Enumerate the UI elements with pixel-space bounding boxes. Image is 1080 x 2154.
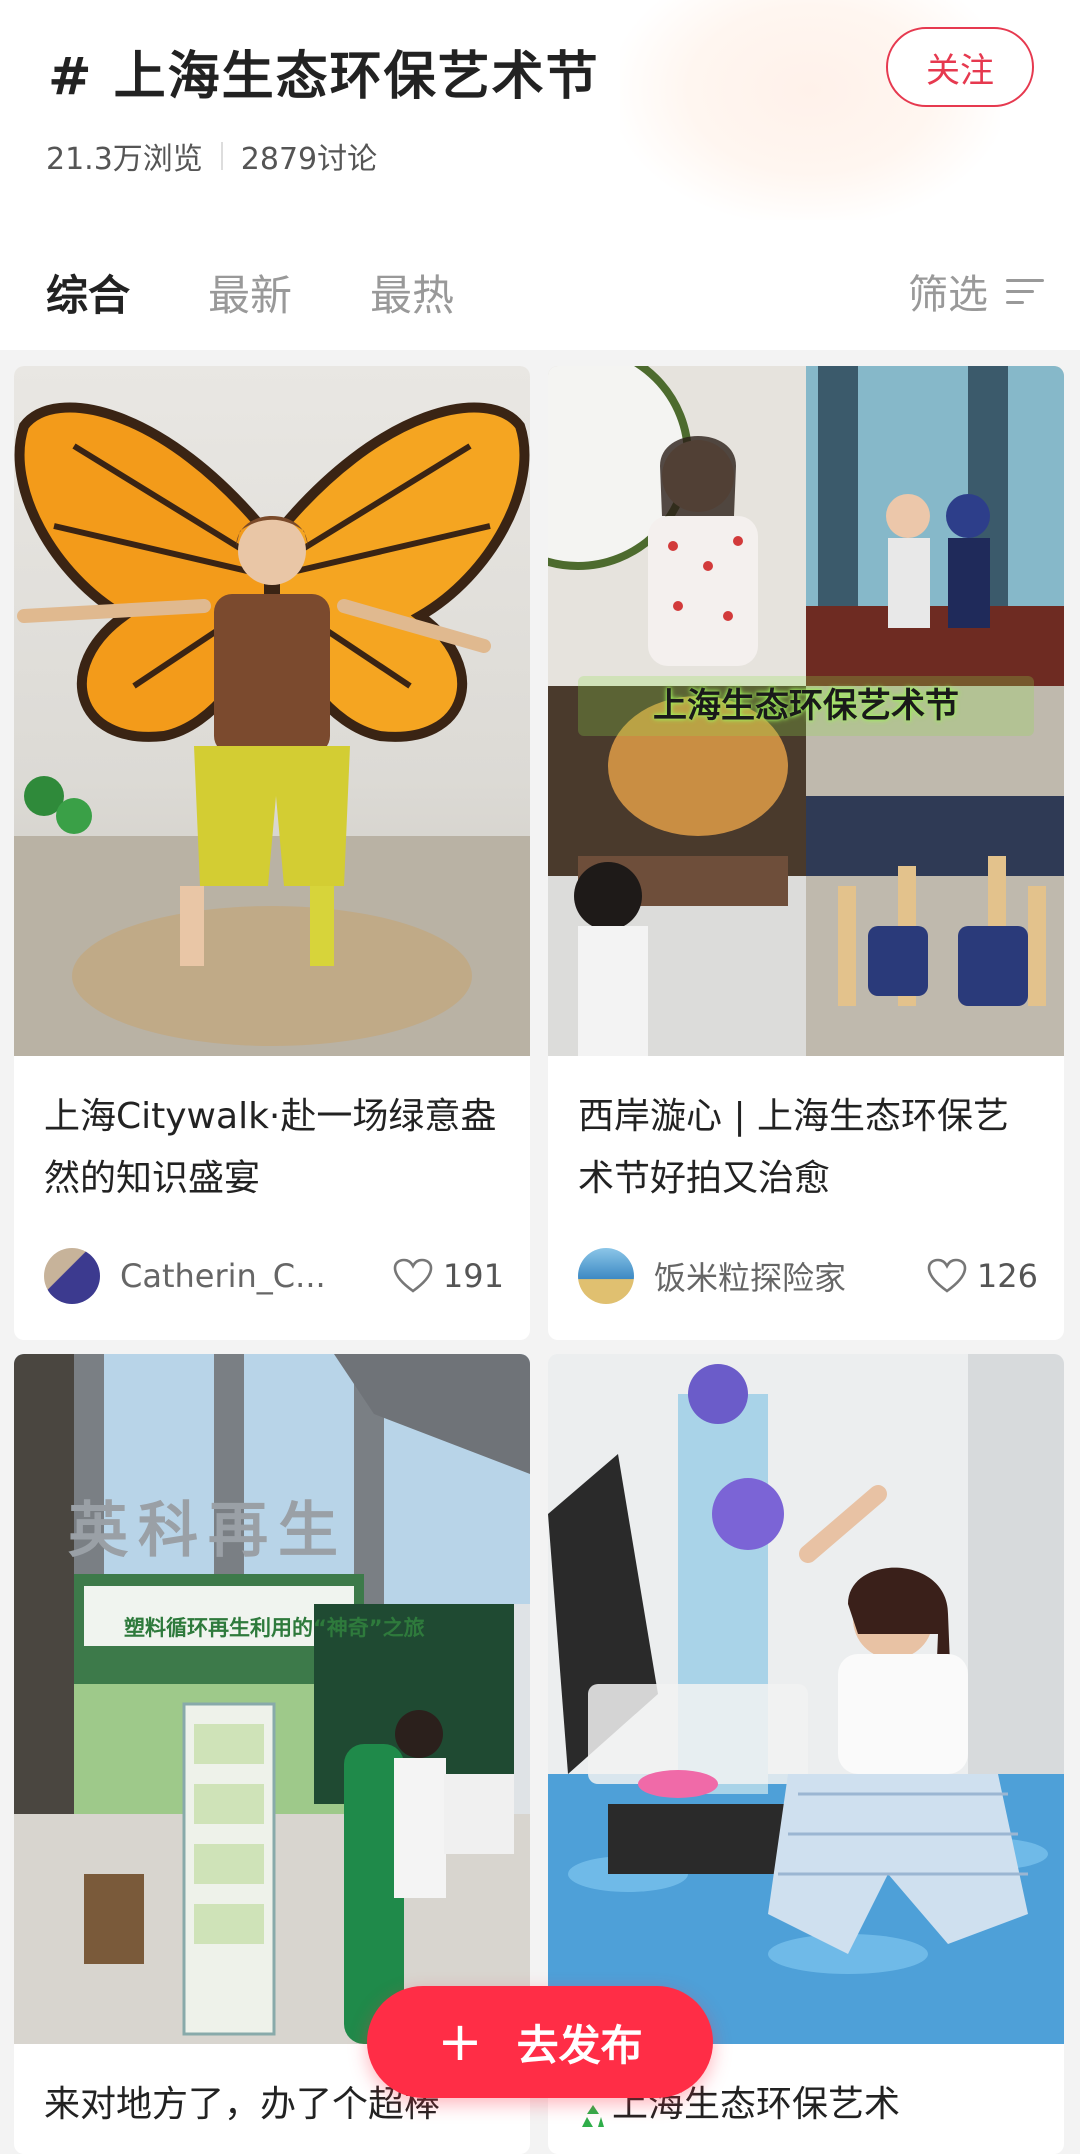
views-count: 21.3万浏览 — [46, 142, 203, 177]
post-card[interactable]: 上海生态环保艺术节 西岸漩心 | 上海生态环保艺术节好拍又治愈 饭米粒探险家 1… — [548, 366, 1064, 1340]
publish-label: 去发布 — [516, 2020, 643, 2070]
plus-icon: + — [437, 2010, 483, 2073]
tab-hottest[interactable]: 最热 — [370, 262, 454, 323]
topic-stats: 21.3万浏览 2879讨论 — [46, 134, 377, 178]
avatar[interactable] — [44, 1248, 100, 1304]
author-name[interactable]: 饭米粒探险家 — [654, 1253, 917, 1299]
discussion-count: 2879讨论 — [240, 142, 378, 177]
filter-icon — [1006, 275, 1046, 307]
post-image: 英科再生 塑料循环再生利用的“神奇”之旅 — [14, 1354, 530, 2044]
image-banner-text: 上海生态环保艺术节 — [653, 686, 959, 726]
topic-header: # 上海生态环保艺术节 关注 21.3万浏览 2879讨论 — [0, 0, 1080, 230]
post-image — [14, 366, 530, 1056]
post-title: 上海Citywalk·赴一场绿意盎然的知识盛宴 — [44, 1096, 497, 1199]
post-image — [548, 1354, 1064, 2044]
sort-tabs: 综合 最新 最热 筛选 — [0, 230, 1080, 350]
heart-icon[interactable] — [927, 1258, 967, 1294]
post-card[interactable]: 上海Citywalk·赴一场绿意盎然的知识盛宴 Catherin_C... 19… — [14, 366, 530, 1340]
tab-comprehensive[interactable]: 综合 — [46, 262, 130, 323]
topic-title: # 上海生态环保艺术节 — [48, 47, 600, 107]
filter-button[interactable]: 筛选 — [908, 262, 1046, 320]
post-image: 上海生态环保艺术节 — [548, 366, 1064, 1056]
post-meta: 饭米粒探险家 126 — [578, 1246, 1038, 1306]
filter-label: 筛选 — [908, 272, 988, 318]
post-meta: Catherin_C... 191 — [44, 1246, 504, 1306]
publish-button[interactable]: + 去发布 — [367, 1986, 713, 2098]
post-title: 西岸漩心 | 上海生态环保艺术节好拍又治愈 — [578, 1096, 1010, 1199]
like-count: 126 — [976, 1257, 1038, 1295]
author-name[interactable]: Catherin_C... — [120, 1257, 383, 1295]
tab-latest[interactable]: 最新 — [208, 262, 292, 323]
image-sign-text: 英科再生 — [68, 1496, 348, 1566]
follow-button[interactable]: 关注 — [886, 27, 1034, 107]
like-count: 191 — [442, 1257, 504, 1295]
image-booth-title: 塑料循环再生利用的“神奇”之旅 — [124, 1616, 425, 1640]
stats-divider — [220, 142, 223, 170]
avatar[interactable] — [578, 1248, 634, 1304]
heart-icon[interactable] — [393, 1258, 433, 1294]
